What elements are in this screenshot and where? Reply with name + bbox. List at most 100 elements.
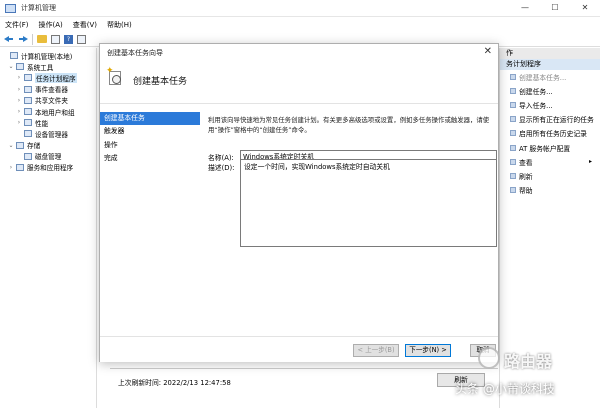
action-item[interactable]: 查看 ▸ [500, 155, 600, 169]
forward-arrow-icon[interactable] [18, 35, 28, 43]
action-icon [510, 186, 516, 193]
tree-node-icon [24, 130, 32, 138]
action-item-label: 创建任务... [519, 88, 553, 97]
show-hide-action-pane-icon[interactable] [77, 34, 86, 44]
tree-node-icon [24, 96, 32, 104]
tree-item-label: 存储 [27, 142, 41, 151]
minimize-button[interactable]: — [510, 0, 540, 16]
tree-node-icon [24, 108, 32, 116]
expand-chevron-icon[interactable]: › [16, 74, 22, 81]
action-item[interactable]: 帮助 [500, 183, 600, 197]
create-basic-task-wizard: 创建基本任务向导 ✕ ✦ 创建基本任务 创建基本任务 触发器 操作 完成 利用该… [99, 43, 499, 362]
tree-item-label: 计算机管理(本地) [21, 52, 73, 61]
actions-list: 创建基本任务... 创建任务... 导入任务... 显示所有正在运行的任务启用所有任务… [500, 70, 600, 197]
tree-node-icon [16, 141, 24, 149]
maximize-button[interactable]: ☐ [540, 0, 570, 16]
action-icon [510, 172, 516, 179]
action-item-label: AT 服务帐户配置 [519, 144, 571, 153]
menu-action[interactable]: 操作(A) [34, 20, 68, 30]
expand-chevron-icon[interactable]: › [16, 119, 22, 126]
tree-item[interactable]: › 服务和应用程序 [0, 162, 96, 173]
action-item[interactable]: 显示所有正在运行的任务 [500, 112, 600, 126]
tree-node-icon [24, 85, 32, 93]
action-item[interactable]: 启用所有任务历史记录 [500, 126, 600, 140]
action-icon [510, 144, 516, 151]
expand-chevron-icon[interactable]: ⌄ [8, 63, 14, 70]
next-button[interactable]: 下一步(N) > [405, 344, 451, 357]
expand-chevron-icon[interactable]: › [16, 108, 22, 115]
action-item-label: 创建基本任务... [519, 74, 567, 83]
menu-file[interactable]: 文件(F) [0, 20, 34, 30]
back-button[interactable]: < 上一步(B) [353, 344, 399, 357]
tree-item[interactable]: › 共享文件夹 [0, 95, 96, 106]
actions-header: 作 [500, 48, 600, 59]
toolbar-divider [32, 33, 33, 45]
menu-view[interactable]: 查看(V) [68, 20, 102, 30]
watermark-credit: 头条 @小莆谈科技 [455, 382, 555, 396]
tree-item-label: 服务和应用程序 [27, 164, 74, 173]
action-icon [510, 102, 516, 109]
tree-node-icon [24, 119, 32, 127]
description-label: 描述(D): [208, 164, 235, 172]
expand-chevron-icon[interactable]: › [16, 86, 22, 93]
back-arrow-icon[interactable] [4, 35, 14, 43]
dialog-footer: < 上一步(B) 下一步(N) > 取消 [100, 336, 498, 362]
help-icon[interactable]: ? [64, 34, 73, 44]
tree-node-icon [10, 52, 18, 60]
tree-node-icon [16, 63, 24, 71]
window-controls: — ☐ ✕ [510, 0, 600, 16]
name-label: 名称(A): [208, 154, 234, 162]
tree-item[interactable]: ⌄ 存储 [0, 140, 96, 151]
actions-subheader[interactable]: 务计划程序 [500, 59, 600, 70]
menu-help[interactable]: 帮助(H) [102, 20, 137, 30]
show-hide-tree-icon[interactable] [51, 34, 60, 44]
wizard-steps: 创建基本任务 触发器 操作 完成 [100, 112, 200, 166]
watermark-logo-text: 路由器 [504, 352, 553, 371]
tree-item[interactable]: › 本地用户和组 [0, 106, 96, 117]
console-tree: 计算机管理(本地) ⌄ 系统工具 › 任务计划程序 › 事件查看器 › 共享文件夹 › 本地用户和组… [0, 48, 97, 408]
step-action: 操作 [104, 140, 118, 149]
action-item[interactable]: 刷新 [500, 169, 600, 183]
tree-item[interactable]: › 事件查看器 [0, 84, 96, 95]
up-folder-icon[interactable] [37, 35, 47, 43]
close-window-button[interactable]: ✕ [570, 0, 600, 16]
action-icon [510, 130, 516, 137]
expand-chevron-icon[interactable]: › [8, 164, 14, 171]
computer-management-icon [5, 3, 16, 13]
window-title: 计算机管理 [21, 4, 56, 12]
action-icon [510, 74, 516, 81]
dialog-title: 创建基本任务向导 [107, 49, 163, 57]
tree-item[interactable]: 设备管理器 [0, 128, 96, 139]
expand-chevron-icon[interactable]: ⌄ [8, 142, 14, 149]
action-item-label: 导入任务... [519, 102, 553, 111]
tree-node-icon [16, 163, 24, 171]
tree-item[interactable]: › 性能 [0, 117, 96, 128]
action-item[interactable]: 导入任务... [500, 98, 600, 112]
tree-item-label: 性能 [35, 119, 49, 128]
dialog-header: ✦ 创建基本任务 [100, 62, 498, 104]
wizard-intro-text: 利用该向导快速地为常见任务创建计划。有关更多高级选项或设置，例如多任务操作或触发… [208, 116, 490, 134]
step-finish: 完成 [104, 154, 118, 163]
tree-item[interactable]: 计算机管理(本地) [0, 50, 96, 61]
action-icon [510, 158, 516, 165]
tree-item[interactable]: ⌄ 系统工具 [0, 61, 96, 72]
tree-item-label: 共享文件夹 [35, 97, 68, 106]
action-item-label: 刷新 [519, 172, 533, 181]
tree-item-label: 任务计划程序 [35, 72, 77, 83]
tree-item[interactable]: › 任务计划程序 [0, 72, 96, 83]
tree-item-label: 本地用户和组 [35, 108, 75, 117]
action-item[interactable]: AT 服务帐户配置 [500, 140, 600, 154]
expand-chevron-icon[interactable]: › [16, 97, 22, 104]
tree-item[interactable]: 磁盘管理 [0, 151, 96, 162]
menubar: 文件(F) 操作(A) 查看(V) 帮助(H) [0, 17, 600, 32]
tree-item-label: 设备管理器 [35, 130, 68, 139]
tree-node-icon [24, 74, 32, 82]
action-item-label: 启用所有任务历史记录 [519, 130, 587, 139]
dialog-close-icon[interactable]: ✕ [484, 46, 492, 57]
task-description-input[interactable]: 设定一个时间，实现Windows系统定时自动关机 [240, 159, 497, 247]
action-item[interactable]: 创建基本任务... [500, 70, 600, 84]
action-item-label: 帮助 [519, 186, 533, 195]
action-item[interactable]: 创建任务... [500, 84, 600, 98]
watermark-logo: 路由器 [478, 346, 586, 372]
last-refresh-time: 上次刷新时间: 2022/2/13 12:47:58 [118, 379, 231, 387]
